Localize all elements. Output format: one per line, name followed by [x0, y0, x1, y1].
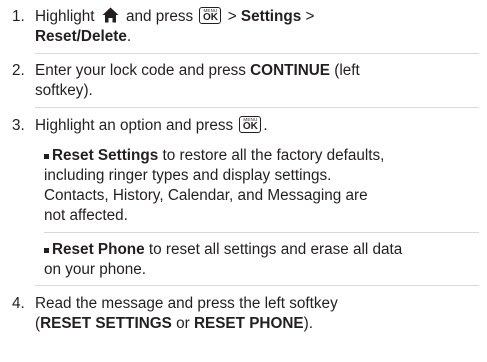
bullet-text-part: Contacts, History, Calendar, and Messagi… [44, 187, 368, 204]
step-text: Highlight and press MENU OK > Settings >… [35, 7, 479, 47]
step-text-part: Highlight [35, 8, 95, 25]
step-text-part: Highlight an option and press [35, 117, 234, 134]
bullet-text-part: to reset all settings and erase all data [144, 241, 403, 258]
reset-phone-softkey: RESET PHONE [193, 315, 304, 332]
step-text-part: Read the message and press the left soft… [35, 295, 338, 312]
bullet-marker [44, 154, 49, 159]
bullet-text: Reset Settings to restore all the factor… [44, 146, 479, 226]
step-text-part: . [263, 117, 268, 134]
step-text-part: > [301, 8, 315, 25]
reset-settings-title: Reset Settings [52, 147, 159, 164]
divider [35, 107, 479, 108]
bullet-marker [44, 248, 49, 253]
key-bottom-label: OK [202, 12, 218, 23]
step-text-part: (left [330, 62, 360, 79]
bullet-text-part: including ringer types and display setti… [44, 167, 332, 184]
step-text-part: > [227, 8, 241, 25]
reset-settings-softkey: RESET SETTINGS [40, 315, 172, 332]
step-text-part: or [171, 315, 194, 332]
page: { "steps": [ { "num": "1.", "l1_a": "Hig… [0, 0, 487, 362]
step-number: 1. [12, 8, 25, 25]
step-number: 3. [12, 117, 25, 134]
key-bottom-label: OK [242, 121, 258, 132]
step-number: 4. [12, 295, 25, 312]
menu-ok-key-icon: MENU OK [199, 7, 222, 24]
divider [35, 53, 479, 54]
reset-phone-title: Reset Phone [52, 241, 145, 258]
settings-label: Settings [240, 8, 302, 25]
step-text-part: softkey). [35, 82, 93, 99]
step-text-part: ). [303, 315, 313, 332]
bullet-text: Reset Phone to reset all settings and er… [44, 240, 479, 280]
step-text: Read the message and press the left soft… [35, 294, 479, 334]
step-text-part: . [126, 28, 132, 45]
step-text-part: and press [126, 8, 194, 25]
continue-label: CONTINUE [250, 62, 331, 79]
bullet-text-part: not affected. [44, 207, 128, 224]
step-text-part: Enter your lock code and press [35, 62, 251, 79]
step-text: Highlight an option and press MENU OK . [35, 116, 479, 136]
home-icon [102, 7, 119, 23]
reset-delete-label: Reset/Delete [35, 28, 127, 45]
divider [44, 232, 479, 233]
bullet-text-part: on your phone. [44, 261, 147, 278]
divider [35, 285, 479, 286]
step-text: Enter your lock code and press CONTINUE … [35, 61, 479, 101]
step-number: 2. [12, 62, 25, 79]
menu-ok-key-icon: MENU OK [239, 116, 262, 133]
bullet-text-part: to restore all the factory defaults, [158, 147, 385, 164]
